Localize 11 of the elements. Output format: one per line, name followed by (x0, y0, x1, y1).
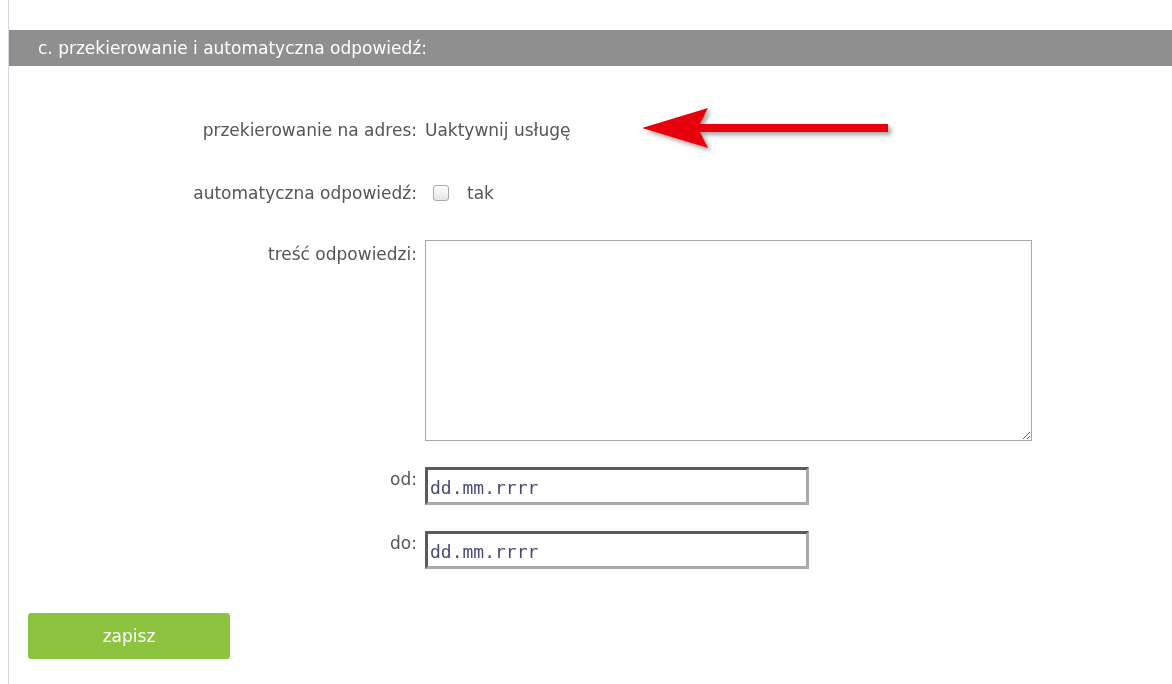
field-label: przekierowanie na adres: (201, 120, 417, 140)
checkbox-label: tak (467, 183, 494, 203)
date-field[interactable]: dd.mm.rrrr (425, 531, 809, 569)
field-value: Uaktywnij usługę (425, 120, 571, 140)
section-title: c. przekierowanie i automatyczna odpowiedź: (38, 38, 427, 58)
field-label: od: (389, 468, 417, 491)
date-field[interactable]: dd.mm.rrrr (425, 467, 809, 505)
field-label: automatyczna odpowiedź: (192, 183, 417, 203)
field-label: treść odpowiedzi: (267, 243, 417, 266)
field-label: do: (389, 532, 417, 555)
checkbox[interactable] (433, 185, 449, 201)
